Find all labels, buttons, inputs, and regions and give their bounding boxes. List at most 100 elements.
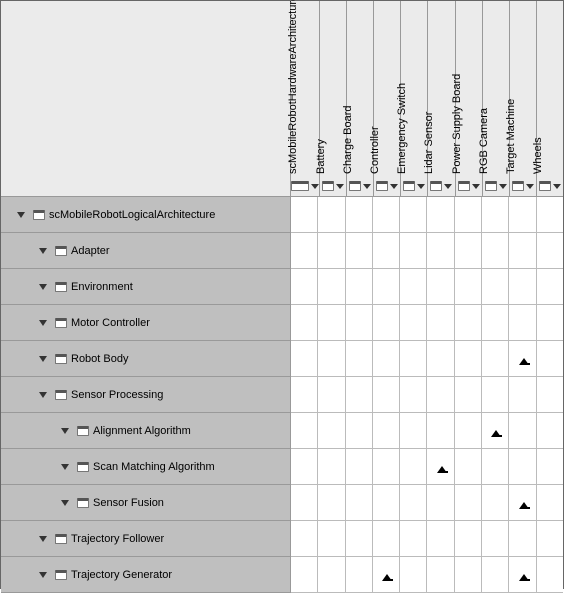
column-header[interactable]: Wheels	[537, 1, 563, 197]
matrix-cell[interactable]	[509, 233, 536, 269]
matrix-cell[interactable]	[373, 449, 400, 485]
matrix-cell[interactable]	[400, 233, 427, 269]
matrix-cell[interactable]	[482, 521, 509, 557]
expand-column-icon[interactable]	[363, 184, 371, 189]
matrix-cell[interactable]	[373, 377, 400, 413]
matrix-cell[interactable]	[509, 557, 536, 593]
row-header[interactable]: scMobileRobotLogicalArchitecture	[1, 197, 291, 233]
matrix-cell[interactable]	[455, 269, 482, 305]
expand-column-icon[interactable]	[390, 184, 398, 189]
row-header[interactable]: Scan Matching Algorithm	[1, 449, 291, 485]
matrix-cell[interactable]	[427, 413, 454, 449]
expand-row-icon[interactable]	[39, 572, 47, 578]
expand-row-icon[interactable]	[39, 536, 47, 542]
matrix-cell[interactable]	[318, 449, 345, 485]
matrix-cell[interactable]	[373, 521, 400, 557]
matrix-cell[interactable]	[509, 449, 536, 485]
matrix-cell[interactable]	[509, 377, 536, 413]
matrix-cell[interactable]	[537, 413, 563, 449]
matrix-cell[interactable]	[537, 233, 563, 269]
expand-row-icon[interactable]	[17, 212, 25, 218]
matrix-cell[interactable]	[291, 557, 318, 593]
matrix-cell[interactable]	[509, 413, 536, 449]
matrix-cell[interactable]	[509, 341, 536, 377]
matrix-cell[interactable]	[346, 305, 373, 341]
matrix-cell[interactable]	[455, 377, 482, 413]
matrix-cell[interactable]	[400, 413, 427, 449]
row-header[interactable]: Adapter	[1, 233, 291, 269]
expand-row-icon[interactable]	[61, 464, 69, 470]
matrix-cell[interactable]	[482, 305, 509, 341]
matrix-cell[interactable]	[346, 485, 373, 521]
matrix-cell[interactable]	[400, 341, 427, 377]
matrix-cell[interactable]	[291, 269, 318, 305]
expand-column-icon[interactable]	[553, 184, 561, 189]
matrix-cell[interactable]	[455, 557, 482, 593]
expand-row-icon[interactable]	[39, 356, 47, 362]
matrix-cell[interactable]	[346, 233, 373, 269]
matrix-cell[interactable]	[427, 197, 454, 233]
matrix-cell[interactable]	[346, 413, 373, 449]
matrix-cell[interactable]	[427, 449, 454, 485]
matrix-cell[interactable]	[318, 341, 345, 377]
expand-row-icon[interactable]	[39, 248, 47, 254]
matrix-cell[interactable]	[346, 197, 373, 233]
matrix-cell[interactable]	[346, 377, 373, 413]
matrix-cell[interactable]	[427, 377, 454, 413]
matrix-cell[interactable]	[400, 197, 427, 233]
matrix-cell[interactable]	[346, 341, 373, 377]
expand-row-icon[interactable]	[61, 500, 69, 506]
matrix-cell[interactable]	[537, 269, 563, 305]
matrix-cell[interactable]	[509, 521, 536, 557]
matrix-cell[interactable]	[373, 341, 400, 377]
matrix-cell[interactable]	[291, 341, 318, 377]
matrix-cell[interactable]	[482, 377, 509, 413]
matrix-cell[interactable]	[455, 341, 482, 377]
matrix-cell[interactable]	[291, 485, 318, 521]
matrix-cell[interactable]	[400, 557, 427, 593]
matrix-cell[interactable]	[455, 233, 482, 269]
matrix-cell[interactable]	[455, 305, 482, 341]
matrix-cell[interactable]	[318, 269, 345, 305]
matrix-cell[interactable]	[427, 485, 454, 521]
matrix-cell[interactable]	[318, 413, 345, 449]
matrix-cell[interactable]	[346, 557, 373, 593]
expand-row-icon[interactable]	[39, 392, 47, 398]
matrix-cell[interactable]	[427, 269, 454, 305]
row-header[interactable]: Trajectory Follower	[1, 521, 291, 557]
matrix-cell[interactable]	[537, 449, 563, 485]
matrix-cell[interactable]	[291, 233, 318, 269]
expand-column-icon[interactable]	[311, 184, 319, 189]
row-header[interactable]: Sensor Fusion	[1, 485, 291, 521]
matrix-cell[interactable]	[455, 449, 482, 485]
matrix-cell[interactable]	[537, 197, 563, 233]
matrix-cell[interactable]	[509, 269, 536, 305]
matrix-cell[interactable]	[346, 269, 373, 305]
row-header[interactable]: Alignment Algorithm	[1, 413, 291, 449]
matrix-cell[interactable]	[482, 449, 509, 485]
matrix-cell[interactable]	[291, 413, 318, 449]
matrix-cell[interactable]	[400, 269, 427, 305]
matrix-cell[interactable]	[291, 197, 318, 233]
matrix-cell[interactable]	[509, 485, 536, 521]
matrix-cell[interactable]	[537, 557, 563, 593]
matrix-cell[interactable]	[346, 449, 373, 485]
matrix-cell[interactable]	[373, 269, 400, 305]
matrix-cell[interactable]	[509, 305, 536, 341]
matrix-cell[interactable]	[509, 197, 536, 233]
matrix-cell[interactable]	[400, 449, 427, 485]
expand-column-icon[interactable]	[336, 184, 344, 189]
matrix-cell[interactable]	[537, 341, 563, 377]
matrix-cell[interactable]	[373, 557, 400, 593]
matrix-cell[interactable]	[537, 521, 563, 557]
expand-row-icon[interactable]	[39, 284, 47, 290]
matrix-cell[interactable]	[427, 557, 454, 593]
matrix-cell[interactable]	[427, 341, 454, 377]
matrix-cell[interactable]	[373, 233, 400, 269]
expand-row-icon[interactable]	[61, 428, 69, 434]
matrix-cell[interactable]	[346, 521, 373, 557]
matrix-cell[interactable]	[318, 197, 345, 233]
matrix-cell[interactable]	[291, 305, 318, 341]
expand-column-icon[interactable]	[499, 184, 507, 189]
matrix-cell[interactable]	[400, 377, 427, 413]
